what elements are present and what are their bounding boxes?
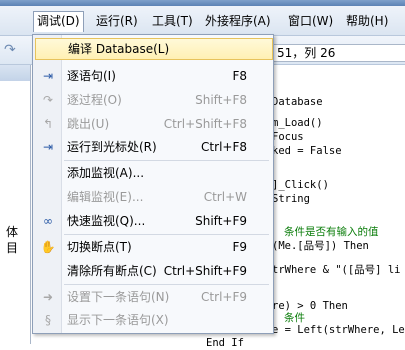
menu-item-shortcut: Ctrl+F9	[201, 290, 247, 304]
menu-item-shortcut: Shift+F9	[195, 214, 247, 228]
menu-item-label: 切换断点(T)	[67, 240, 132, 254]
menu-item-label: 编辑监视(E)...	[67, 190, 144, 204]
pane-text-2: 目	[6, 241, 19, 255]
cursor-position-readout: 51，列 26	[272, 44, 405, 62]
menu-separator	[64, 234, 269, 235]
menu-item-step-into[interactable]: ⇥ 逐语句(I) F8	[35, 65, 271, 87]
menu-item-label: 逐过程(O)	[67, 93, 122, 107]
menu-item-clear-breakpoints[interactable]: 清除所有断点(C) Ctrl+Shift+F9	[35, 260, 271, 282]
menu-item-shortcut: Ctrl+F8	[201, 140, 247, 154]
code-line: ked = False	[272, 145, 342, 157]
menu-item-toggle-breakpoint[interactable]: ✋ 切换断点(T) F9	[35, 236, 271, 258]
menu-item-quick-watch[interactable]: ∞ 快速监视(Q)... Shift+F9	[35, 210, 271, 232]
run-to-cursor-icon: ⇥	[42, 140, 54, 154]
menu-item-add-watch[interactable]: 添加监视(A)...	[35, 162, 271, 184]
code-line: ]_Click()	[272, 179, 329, 191]
properties-pane-header	[0, 65, 30, 81]
menu-item-label: 清除所有断点(C)	[67, 264, 157, 278]
debug-menu-dropdown: 编译 Database(L) ⇥ 逐语句(I) F8 ↷ 逐过程(O) Shif…	[32, 34, 274, 334]
menu-addins[interactable]: 外接程序(A)	[202, 12, 274, 30]
menu-item-label: 添加监视(A)...	[67, 166, 145, 180]
quick-watch-icon: ∞	[43, 214, 53, 228]
properties-pane: 体 目	[0, 65, 31, 344]
pane-text-1: 体	[6, 225, 19, 239]
menu-item-shortcut: Ctrl+W	[203, 190, 247, 204]
code-line: String	[272, 193, 310, 205]
code-line: (Me.[品号]) Then	[272, 240, 369, 252]
menu-item-label: 跳出(U)	[67, 117, 110, 131]
menu-window[interactable]: 窗口(W)	[285, 12, 336, 30]
menu-bar: 调试(D) 运行(R) 工具(T) 外接程序(A) 窗口(W) 帮助(H)	[0, 6, 405, 36]
menu-item-label: 运行到光标处(R)	[67, 140, 157, 154]
redo-icon[interactable]: ↷	[4, 42, 16, 58]
menu-item-run-to-cursor[interactable]: ⇥ 运行到光标处(R) Ctrl+F8	[35, 136, 271, 158]
menu-item-shortcut: F8	[232, 69, 247, 83]
show-next-statement-icon: §	[45, 313, 51, 327]
code-line: Database	[272, 96, 323, 108]
step-out-icon: ↰	[42, 117, 54, 131]
menu-item-label: 编译 Database(L)	[68, 42, 170, 56]
code-line: m_Load()	[272, 117, 323, 129]
menu-item-label: 快速监视(Q)...	[67, 214, 146, 228]
menu-item-shortcut: Shift+F8	[195, 93, 247, 107]
menu-item-set-next-statement[interactable]: ➜ 设置下一条语句(N) Ctrl+F9	[35, 286, 271, 308]
menu-item-shortcut: Ctrl+Shift+F9	[163, 264, 247, 278]
code-line: trWhere & "([品号] li	[272, 264, 401, 276]
menu-item-show-next-statement[interactable]: § 显示下一条语句(X)	[35, 309, 271, 331]
menu-separator	[64, 284, 269, 285]
step-into-icon: ⇥	[42, 69, 54, 83]
menu-item-step-out[interactable]: ↰ 跳出(U) Ctrl+Shift+F8	[35, 113, 271, 135]
menu-run[interactable]: 运行(R)	[93, 12, 141, 30]
menu-debug[interactable]: 调试(D)	[33, 11, 84, 32]
menu-separator	[64, 160, 269, 161]
menu-item-shortcut: Ctrl+Shift+F8	[163, 117, 247, 131]
menu-item-label: 逐语句(I)	[67, 69, 116, 83]
step-over-icon: ↷	[42, 93, 54, 107]
menu-tools[interactable]: 工具(T)	[149, 12, 196, 30]
menu-help[interactable]: 帮助(H)	[343, 12, 391, 30]
menu-item-shortcut: F9	[232, 240, 247, 254]
code-editor[interactable]: Database m_Load() Focus ked = False ]_Cl…	[206, 65, 405, 349]
breakpoint-hand-icon: ✋	[40, 240, 56, 254]
menu-item-label: 设置下一条语句(N)	[67, 290, 170, 304]
code-line: End If	[206, 337, 244, 349]
menu-item-compile[interactable]: 编译 Database(L)	[35, 38, 273, 60]
code-comment-line: 条件是否有输入的值	[284, 226, 379, 238]
code-line: e = Left(strWhere, Len	[272, 324, 405, 336]
menu-item-edit-watch[interactable]: 编辑监视(E)... Ctrl+W	[35, 186, 271, 208]
set-next-statement-icon: ➜	[42, 290, 54, 304]
menu-item-step-over[interactable]: ↷ 逐过程(O) Shift+F8	[35, 89, 271, 111]
menu-item-label: 显示下一条语句(X)	[67, 313, 169, 327]
code-line: Focus	[272, 131, 304, 143]
